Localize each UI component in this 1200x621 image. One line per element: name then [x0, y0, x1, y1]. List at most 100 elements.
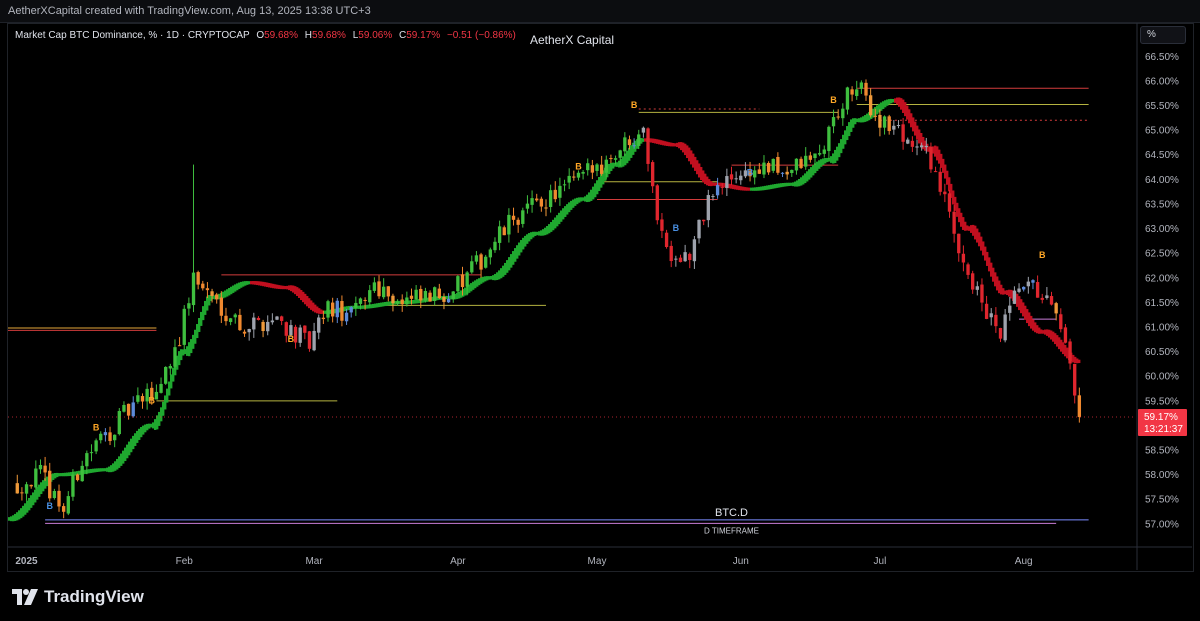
candle-body [1012, 290, 1017, 304]
y-tick-label: 60.50% [1145, 347, 1179, 358]
low-value: 59.06% [358, 30, 393, 41]
candle-body [451, 291, 455, 300]
candle-body [71, 474, 75, 497]
candle-body [493, 241, 497, 251]
candle-body [664, 232, 669, 247]
y-tick-label: 61.00% [1145, 322, 1179, 333]
candle-body [544, 207, 548, 209]
x-tick-label: Jun [733, 556, 749, 567]
signal-marker: B [93, 422, 100, 432]
candle-body [433, 287, 437, 301]
candle-body [604, 159, 608, 173]
candle-body [785, 171, 789, 175]
tradingview-logo-icon [12, 589, 38, 605]
candle-body [943, 191, 947, 195]
candle-body [307, 331, 312, 349]
candle-body [609, 158, 613, 160]
candle-body [196, 272, 200, 285]
candle-body [1003, 314, 1007, 341]
candle-body [720, 186, 724, 188]
candle-body [502, 227, 506, 236]
candle-body [303, 325, 307, 333]
candles-layer [15, 79, 1082, 519]
candle-body [766, 162, 771, 173]
y-tick-label: 58.50% [1145, 446, 1179, 457]
candle-body [618, 150, 622, 158]
candle-body [715, 185, 720, 196]
candle-body [224, 315, 228, 322]
candle-body [247, 328, 251, 333]
candle-body [799, 158, 803, 168]
candle-body [637, 134, 641, 146]
candle-body [442, 297, 446, 302]
y-tick-label: 58.00% [1145, 470, 1179, 481]
x-tick-label: Feb [176, 556, 194, 567]
candle-body [279, 316, 284, 321]
signal-marker: B [830, 95, 837, 105]
y-tick-label: 62.00% [1145, 273, 1179, 284]
candle-body [530, 198, 534, 205]
candle-body [330, 302, 335, 317]
candle-body [553, 189, 557, 200]
close-value: 59.17% [406, 30, 441, 41]
candle-body [372, 282, 377, 291]
candle-body [919, 145, 924, 148]
candle-body [586, 163, 590, 171]
candle-body [187, 303, 191, 309]
candle-body [154, 391, 159, 400]
signal-marker: B [631, 100, 638, 110]
candle-body [910, 140, 915, 147]
candle-body [794, 158, 799, 171]
x-tick-label: Mar [305, 556, 323, 567]
candle-body [836, 116, 840, 118]
candle-body [460, 274, 465, 288]
candle-body [57, 490, 61, 507]
candle-body [363, 299, 367, 301]
candle-body [1049, 296, 1054, 305]
candle-body [261, 321, 265, 332]
candle-body [465, 272, 469, 287]
candle-body [753, 170, 757, 178]
candle-body [762, 162, 766, 175]
candle-body [994, 314, 998, 327]
candle-body [85, 453, 89, 467]
candle-body [938, 171, 942, 192]
candle-body [1077, 395, 1082, 418]
candle-body [29, 484, 33, 487]
candle-body [368, 290, 372, 303]
candle-body [627, 139, 632, 146]
candle-body [238, 314, 242, 331]
chart-canvas[interactable]: B B B B B B B B B B 66.50% 66.00% 65.50% 65.00% 64.50… [0, 0, 1200, 578]
candle-body [734, 178, 738, 180]
candle-body [901, 124, 905, 142]
candle-body [702, 219, 706, 222]
candle-body [437, 288, 441, 298]
candle-body [757, 169, 762, 174]
candle-body [739, 175, 743, 181]
candle-body [488, 249, 493, 258]
candle-body [725, 176, 729, 189]
candle-body [646, 128, 650, 164]
candle-body [326, 301, 330, 318]
y-tick-label: 63.00% [1145, 224, 1179, 235]
candle-body [896, 125, 901, 127]
ribbon-segment [1078, 359, 1081, 364]
candle-body [1045, 295, 1049, 298]
candle-body [957, 233, 961, 254]
percent-scale-button[interactable]: % [1140, 26, 1186, 44]
candle-body [409, 295, 414, 299]
tradingview-logo-text: TradingView [44, 587, 144, 606]
candle-body [613, 158, 618, 160]
candle-body [567, 175, 571, 183]
candle-body [808, 155, 813, 160]
tradingview-logo[interactable]: TradingView [12, 587, 144, 607]
candle-body [599, 164, 604, 174]
candle-body [535, 198, 539, 201]
candle-body [915, 146, 919, 148]
change-value: −0.51 (−0.86%) [446, 30, 516, 41]
candle-body [683, 252, 687, 262]
candle-body [692, 239, 697, 262]
candle-body [984, 303, 989, 319]
candle-body [80, 465, 84, 482]
candle-body [136, 395, 140, 402]
